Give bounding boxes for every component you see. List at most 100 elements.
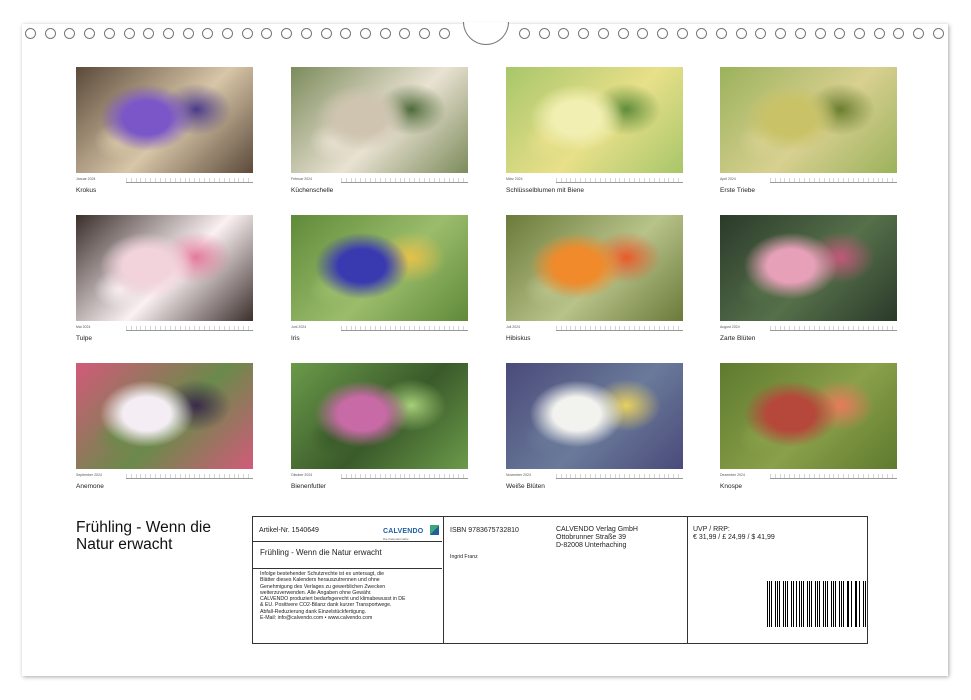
barcode-bar [767,581,768,627]
barcode-bar [803,581,805,627]
binding-ring [558,28,570,39]
month-days-grid [556,474,683,479]
month-days-grid [126,326,253,331]
publisher-line: Ottobrunner Straße 39 [556,534,627,541]
legal-line: E-Mail: info@calvendo.com • www.calvendo… [260,615,373,622]
month-photo [291,363,468,469]
month-label: November 2024 [506,473,531,477]
binding-ring [873,28,885,39]
barcode-bar [838,581,840,627]
month-photo [76,363,253,469]
barcode-bar [823,581,825,627]
month-photo [76,215,253,321]
month-days-grid [341,178,468,183]
binding-ring [359,28,371,39]
barcode-bar [779,581,781,627]
month-calendar-strip: Dezember 2024 [720,472,897,479]
binding-ring [716,28,727,39]
calvendo-logo: CALVENDO Die Kalendermarke [383,520,439,541]
month-days-grid [556,326,683,331]
binding-ring [755,28,767,39]
barcode-bar [798,581,800,627]
binding-ring [696,28,708,39]
barcode-bar [856,581,858,627]
binding-ring [735,28,747,39]
binding-ring [834,28,846,39]
binding-ring [25,28,36,39]
binding-ring [379,28,391,39]
barcode-bar [774,581,776,627]
month-caption: Hibiskus [506,335,531,342]
binding-ring [438,28,450,39]
binding-ring [814,28,826,39]
binding-ring [84,28,96,39]
binding-ring [519,28,530,39]
binding-ring [143,28,155,39]
month-days-grid [341,474,468,479]
month-caption: Schlüsselblumen mit Biene [506,187,585,194]
calvendo-logo-text: CALVENDO [383,528,424,535]
month-calendar-strip: August 2024 [720,324,897,331]
month-tile: Oktober 2024 Bienenfutter [291,363,468,490]
month-photo [506,215,683,321]
binding-ring [281,28,293,39]
month-tile: November 2024 Weiße Blüten [506,363,683,490]
month-calendar-strip: Oktober 2024 [291,472,468,479]
binding-ring [162,28,174,39]
barcode-bar [818,581,821,627]
month-tile: Juli 2024 Hibiskus [506,215,683,342]
month-caption: Anemone [76,483,104,490]
month-label: Februar 2024 [291,177,313,181]
binding-ring [182,28,194,39]
price-values: € 31,99 / £ 24,99 / $ 41,99 [693,534,775,541]
binding-ring [538,28,550,39]
binding-ring [578,28,590,39]
month-caption: Iris [291,335,300,342]
month-label: August 2024 [720,325,740,329]
month-label: Juni 2024 [291,325,307,329]
binding-ring [202,28,214,39]
barcode-bar [787,581,788,627]
binding-ring [419,28,430,39]
binding-ring [617,28,629,39]
binding-ring [932,28,944,39]
binding-ring [637,28,649,39]
month-calendar-strip: März 2024 [506,176,683,183]
month-tile: März 2024 Schlüsselblumen mit Biene [506,67,683,194]
month-label: April 2024 [720,177,736,181]
barcode-bar [848,581,850,627]
month-tile: Januar 2024 Krokus [76,67,253,194]
month-days-grid [770,474,897,479]
month-label: Oktober 2024 [291,473,313,477]
month-label: März 2024 [506,177,523,181]
binding-ring [261,28,273,39]
month-label: September 2024 [76,473,102,477]
month-photo [291,67,468,173]
binding-ring [656,28,668,39]
binding-ring [44,28,56,39]
binding-ring [597,28,609,39]
month-days-grid [126,474,253,479]
publisher-address: CALVENDO Verlag GmbH Ottobrunner Straße 3… [556,526,638,550]
month-calendar-strip: April 2024 [720,176,897,183]
month-label: Januar 2024 [76,177,96,181]
price-label: UVP / RRP: [693,526,730,533]
month-photo [720,363,897,469]
month-days-grid [770,178,897,183]
article-number: Artikel-Nr. 1540649 [259,527,319,534]
month-photo [506,363,683,469]
binding-ring [340,28,352,39]
month-tile: Mai 2024 Tulpe [76,215,253,342]
month-label: Juli 2024 [506,325,521,329]
month-photo [720,67,897,173]
month-photo [76,67,253,173]
publisher-line: D-82008 Unterhaching [556,542,627,549]
legal-text: Infolge bestehender Schutzrechte ist es … [260,571,440,621]
month-calendar-strip: November 2024 [506,472,683,479]
subtitle-text: Frühling - Wenn die Natur erwacht [260,548,382,557]
month-caption: Bienenfutter [291,483,327,490]
month-tile: April 2024 Erste Triebe [720,67,897,194]
barcode-bar [811,581,813,627]
month-photo [291,215,468,321]
binding-ring [853,28,865,39]
